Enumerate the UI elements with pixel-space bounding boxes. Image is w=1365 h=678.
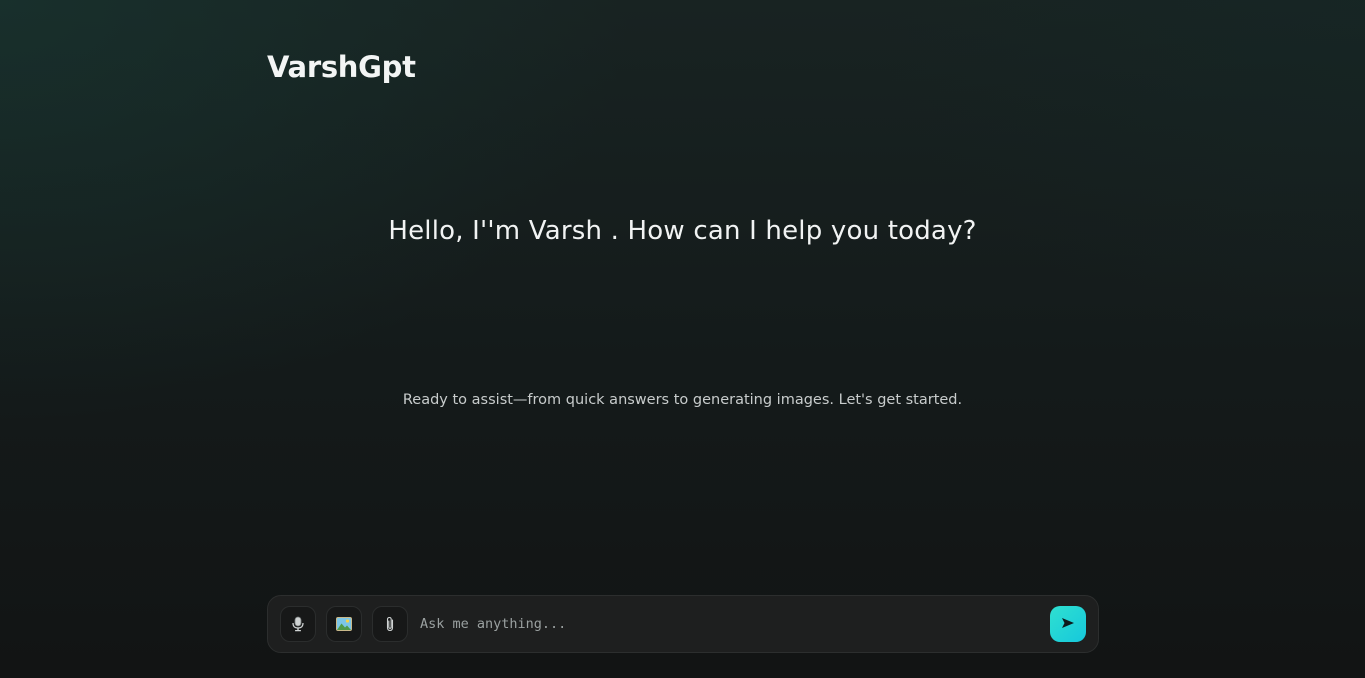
image-icon: [336, 617, 352, 631]
paperclip-icon: [385, 616, 395, 632]
prompt-input[interactable]: [418, 606, 1050, 642]
send-button[interactable]: [1050, 606, 1086, 642]
chat-composer: [267, 595, 1099, 653]
send-icon: [1061, 617, 1075, 632]
microphone-icon: [291, 616, 305, 632]
hero-greeting: Hello, I''m Varsh . How can I help you t…: [388, 216, 977, 246]
attach-file-button[interactable]: [372, 606, 408, 642]
image-generate-button[interactable]: [326, 606, 362, 642]
app-brand-title: VarshGpt: [267, 50, 416, 84]
hero-subtext: Ready to assist—from quick answers to ge…: [402, 392, 963, 408]
voice-input-button[interactable]: [280, 606, 316, 642]
